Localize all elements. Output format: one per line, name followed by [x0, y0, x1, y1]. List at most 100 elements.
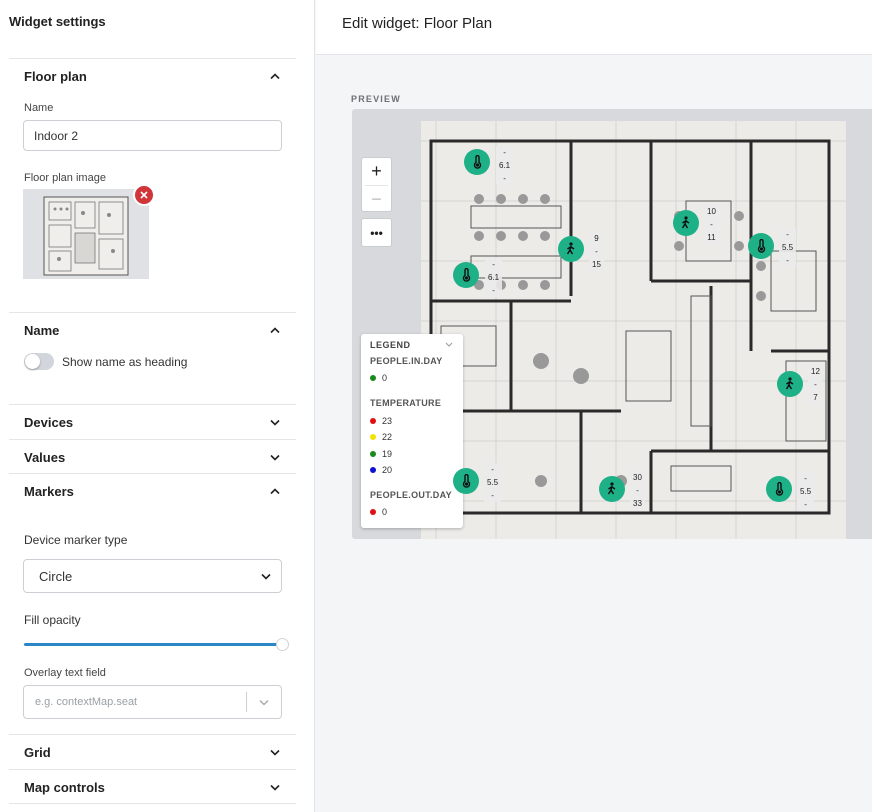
- device-marker[interactable]: [766, 476, 792, 502]
- marker-label: 12-7: [808, 365, 823, 404]
- chevron-up-icon: [270, 326, 280, 335]
- marker-label: -5.5-: [484, 463, 502, 502]
- legend-value: 0: [382, 373, 388, 383]
- device-marker[interactable]: [748, 233, 774, 259]
- name-section-header[interactable]: Name: [9, 313, 296, 347]
- device-marker[interactable]: [777, 371, 803, 397]
- device-marker[interactable]: [464, 149, 490, 175]
- legend-value: 23: [382, 416, 393, 426]
- thermometer-icon: [462, 474, 471, 488]
- legend-section-title: PEOPLE.IN.DAY: [370, 356, 443, 366]
- floor-plan-section-header[interactable]: Floor plan: [9, 59, 296, 93]
- chevron-up-icon: [270, 487, 280, 496]
- zoom-in-button[interactable]: +: [362, 158, 391, 184]
- thermometer-icon: [757, 239, 766, 253]
- marker-label: -5.5-: [779, 228, 797, 267]
- overlay-text-combobox[interactable]: [23, 685, 282, 719]
- chevron-up-icon: [270, 72, 280, 81]
- chevron-down-icon[interactable]: [247, 686, 281, 718]
- remove-image-button[interactable]: [133, 184, 155, 206]
- grid-section-header[interactable]: Grid: [9, 735, 296, 769]
- thermometer-icon: [462, 268, 471, 282]
- marker-label: 9-15: [589, 232, 604, 271]
- legend-section-title: PEOPLE.OUT.DAY: [370, 490, 452, 500]
- close-icon: [140, 191, 148, 199]
- editor-header: Edit widget: Floor Plan: [316, 0, 872, 55]
- chevron-down-icon: [270, 783, 280, 792]
- values-section-header[interactable]: Values: [9, 440, 296, 474]
- markers-section-header[interactable]: Markers: [9, 474, 296, 508]
- marker-label: 30-33: [630, 471, 645, 510]
- more-options-button[interactable]: •••: [361, 218, 392, 247]
- device-marker[interactable]: [673, 210, 699, 236]
- section-label: Markers: [24, 483, 74, 499]
- legend-section-title: TEMPERATURE: [370, 398, 442, 408]
- values-section: Values: [9, 439, 296, 473]
- floor-plan-image-label: Floor plan image: [24, 172, 106, 184]
- devices-section-header[interactable]: Devices: [9, 405, 296, 439]
- walking-person-icon: [566, 242, 575, 255]
- grid-section: Grid: [9, 734, 296, 769]
- legend-item: 19: [370, 449, 392, 459]
- walking-person-icon: [681, 216, 690, 229]
- overlay-text-label: Overlay text field: [24, 667, 106, 679]
- legend-item: 0: [370, 507, 387, 517]
- show-name-heading-label: Show name as heading: [62, 355, 188, 369]
- walking-person-icon: [785, 377, 794, 390]
- legend-value: 22: [382, 432, 393, 442]
- section-label: Values: [24, 449, 66, 465]
- legend-item: 0: [370, 373, 387, 383]
- thermometer-icon: [775, 482, 784, 496]
- legend-title: LEGEND: [370, 340, 411, 350]
- section-label: Devices: [24, 414, 74, 430]
- zoom-out-button[interactable]: −: [362, 186, 391, 212]
- name-input[interactable]: [23, 120, 282, 151]
- legend-dot: [370, 509, 376, 515]
- panel-title: Widget settings: [9, 14, 106, 29]
- fill-opacity-slider[interactable]: [24, 638, 289, 651]
- device-marker[interactable]: [558, 236, 584, 262]
- legend-item: 23: [370, 416, 392, 426]
- legend-dot: [370, 375, 376, 381]
- chevron-down-icon: [261, 572, 271, 581]
- floor-plan-thumbnail[interactable]: [23, 189, 149, 279]
- walking-person-icon: [607, 482, 616, 495]
- show-name-heading-toggle[interactable]: [24, 353, 54, 370]
- marker-type-label: Device marker type: [24, 533, 128, 547]
- marker-type-value: Circle: [39, 568, 73, 584]
- device-marker[interactable]: [599, 476, 625, 502]
- legend-value: 19: [382, 449, 393, 459]
- marker-label: -6.1-: [496, 146, 514, 185]
- marker-label: -6.1-: [485, 258, 503, 297]
- map-controls-section: Map controls: [9, 769, 296, 804]
- legend-item: 22: [370, 432, 392, 442]
- marker-label: -5.5-: [797, 472, 815, 511]
- legend-item: 20: [370, 465, 392, 475]
- section-label: Floor plan: [24, 68, 87, 84]
- device-marker[interactable]: [453, 262, 479, 288]
- chevron-down-icon: [270, 418, 280, 427]
- marker-label: 10-11: [704, 205, 719, 244]
- section-label: Map controls: [24, 779, 105, 795]
- preview-label: PREVIEW: [351, 94, 401, 104]
- chevron-down-icon[interactable]: [445, 340, 453, 350]
- slider-fill: [24, 643, 283, 646]
- legend-dot: [370, 434, 376, 440]
- overlay-text-input[interactable]: [24, 686, 246, 718]
- chevron-down-icon: [270, 748, 280, 757]
- device-marker[interactable]: [453, 468, 479, 494]
- chevron-down-icon: [270, 453, 280, 462]
- section-label: Name: [24, 322, 60, 338]
- widget-settings-panel: Widget settings Floor plan Name Floor pl…: [0, 0, 315, 812]
- map-controls-section-header[interactable]: Map controls: [9, 770, 296, 804]
- legend-dot: [370, 451, 376, 457]
- fill-opacity-label: Fill opacity: [24, 613, 81, 627]
- page-title: Edit widget: Floor Plan: [342, 15, 493, 32]
- legend-dot: [370, 467, 376, 473]
- legend-dot: [370, 418, 376, 424]
- legend-value: 0: [382, 507, 388, 517]
- name-field-label: Name: [24, 102, 54, 114]
- slider-thumb[interactable]: [276, 638, 289, 651]
- marker-type-select[interactable]: Circle: [23, 559, 282, 593]
- zoom-controls: + −: [361, 157, 392, 212]
